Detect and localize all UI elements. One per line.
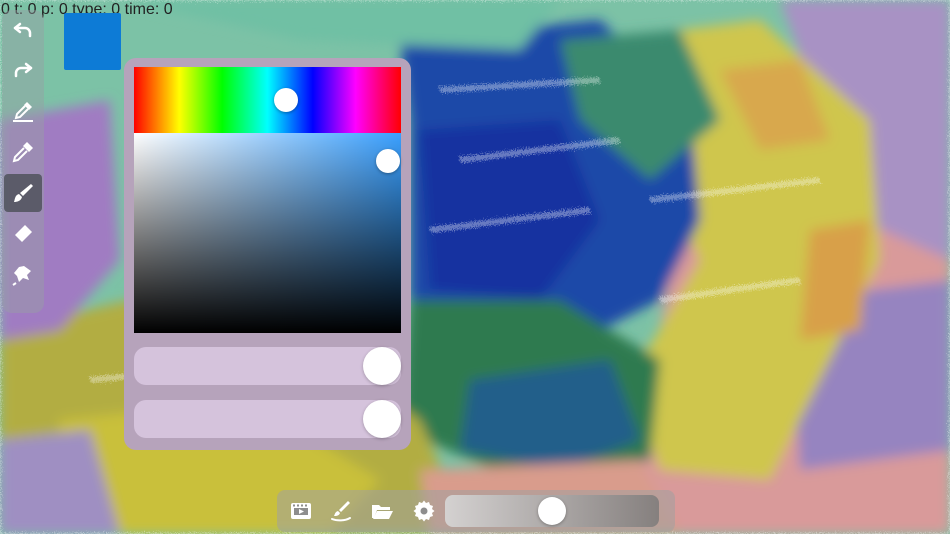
redo-icon [14, 62, 33, 78]
current-color-swatch[interactable] [64, 13, 121, 70]
opacity-slider-knob[interactable] [363, 347, 401, 385]
saturation-value-area[interactable] [134, 133, 401, 333]
opacity-slider[interactable] [134, 347, 401, 385]
settings-button[interactable] [408, 495, 440, 527]
film-button[interactable] [285, 495, 317, 527]
brush-icon [14, 184, 33, 202]
bottom-brush-size-slider[interactable] [445, 495, 659, 527]
eraser-tool-button[interactable] [4, 215, 42, 253]
undo-button[interactable] [4, 10, 42, 48]
saturation-value-knob[interactable] [375, 149, 400, 173]
left-toolbar [2, 10, 44, 313]
eyedropper-edit-icon [13, 102, 33, 122]
brush-size-slider[interactable] [134, 400, 401, 438]
value-gradient [134, 133, 401, 333]
undo-icon [13, 22, 32, 38]
bottom-brush-size-knob[interactable] [538, 497, 566, 525]
eraser-icon [15, 225, 32, 242]
paint-canvas-button[interactable] [325, 495, 357, 527]
eyedropper-icon [12, 142, 33, 163]
film-icon [291, 503, 311, 519]
color-picker-tool-button[interactable] [4, 92, 42, 130]
paint-brush-stroke-icon [331, 501, 351, 522]
hue-slider-knob[interactable] [274, 88, 299, 112]
brush-size-slider-knob[interactable] [363, 400, 401, 438]
hue-slider[interactable] [134, 67, 401, 133]
color-picker-panel [124, 58, 411, 450]
folder-open-icon [372, 505, 393, 519]
gear-icon [413, 500, 435, 522]
bottom-toolbar [277, 490, 675, 532]
open-folder-button[interactable] [366, 495, 398, 527]
smudge-icon [12, 266, 31, 286]
redo-button[interactable] [4, 50, 42, 88]
brush-tool-button[interactable] [4, 174, 42, 212]
smudge-tool-button[interactable] [4, 256, 42, 294]
eyedropper-tool-button[interactable] [4, 133, 42, 171]
